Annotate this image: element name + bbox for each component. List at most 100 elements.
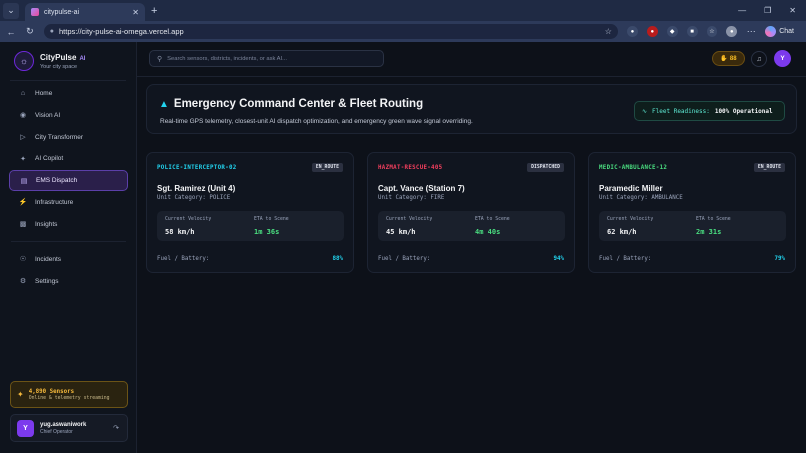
fuel-label: Fuel / Battery: — [378, 256, 431, 262]
eta-value: 1m 36s — [254, 228, 280, 236]
eta-value: 4m 40s — [475, 228, 501, 236]
bookmark-star-icon[interactable]: ☆ — [605, 27, 612, 36]
unit-name: Sgt. Ramirez (Unit 4) — [157, 184, 236, 193]
extension-icon[interactable]: ● — [626, 26, 638, 37]
window-close-icon[interactable]: ✕ — [789, 6, 796, 15]
sensors-subtitle: Online & telemetry streaming — [28, 395, 110, 401]
play-icon: ▷ — [20, 134, 26, 142]
minimize-icon[interactable]: — — [738, 6, 746, 15]
sidebar-item-settings[interactable]: ⚙ Settings — [9, 271, 128, 292]
velocity-label: Current Velocity — [165, 217, 212, 222]
sidebar-item-infrastructure[interactable]: ⚡ Infrastructure — [9, 192, 128, 213]
tab-close-icon[interactable]: ✕ — [132, 8, 139, 17]
velocity-value: 62 km/h — [607, 228, 637, 236]
address-bar-row: ← ↻ ● https://city-pulse-ai-omega.vercel… — [0, 21, 806, 42]
fuel-label: Fuel / Battery: — [157, 256, 210, 262]
sidebar-item-city-transformer[interactable]: ▷ City Transformer — [9, 127, 128, 148]
new-tab-icon[interactable]: + — [151, 5, 157, 17]
sidebar-item-ems-dispatch[interactable]: ▤ EMS Dispatch — [9, 170, 128, 192]
copilot-chat-button[interactable]: Chat — [765, 26, 800, 37]
puzzle-extensions-icon[interactable]: ■ — [686, 26, 698, 37]
eta-label: ETA to Scene — [696, 217, 731, 222]
brand-subtitle: Your city space — [40, 63, 78, 70]
more-menu-icon[interactable]: ⋯ — [746, 26, 756, 37]
coins-badge[interactable]: ✋ 88 — [712, 51, 745, 66]
shield-extension-icon[interactable]: ◆ — [666, 26, 678, 37]
unit-id: POLICE-INTERCEPTOR-02 — [157, 165, 237, 171]
readiness-value: 100% Operational — [714, 107, 773, 115]
logout-icon[interactable]: ↷ — [113, 424, 119, 432]
unit-stats-panel: Current Velocity 58 km/h ETA to Scene 1m… — [157, 211, 344, 241]
sidebar-item-label: Vision AI — [35, 111, 61, 119]
adblock-extension-icon[interactable]: ● — [646, 26, 658, 37]
readiness-label: Fleet Readiness: — [652, 107, 710, 115]
citypulse-logo-icon: ☼ — [14, 51, 34, 71]
tab-favicon-icon — [31, 8, 39, 16]
brand[interactable]: ☼ CityPulse AI Your city space — [0, 42, 136, 71]
hand-icon: ✋ — [720, 56, 728, 62]
unit-card-police[interactable]: POLICE-INTERCEPTOR-02 EN_ROUTE Sgt. Rami… — [146, 152, 354, 273]
unit-name: Paramedic Miller — [599, 184, 663, 193]
site-info-icon[interactable]: ● — [50, 28, 54, 35]
chart-icon: ▩ — [19, 221, 27, 229]
unit-id: MEDIC-AMBULANCE-12 — [599, 165, 668, 171]
page-title-text: Emergency Command Center & Fleet Routing — [173, 98, 424, 110]
notifications-bell-icon[interactable]: ♫ — [751, 51, 767, 67]
unit-card-ambulance[interactable]: MEDIC-AMBULANCE-12 EN_ROUTE Paramedic Mi… — [588, 152, 796, 273]
velocity-label: Current Velocity — [607, 217, 654, 222]
sidebar-divider — [11, 240, 126, 242]
velocity-value: 58 km/h — [165, 228, 195, 236]
unit-category: Unit Category: POLICE — [157, 195, 231, 201]
avatar: Y — [17, 419, 34, 437]
sidebar-item-home[interactable]: ⌂ Home — [9, 83, 128, 104]
ems-icon: ▤ — [20, 177, 28, 185]
sidebar-item-label: EMS Dispatch — [36, 177, 78, 185]
fuel-value: 88% — [332, 256, 343, 262]
favorites-icon[interactable]: ☆ — [706, 26, 718, 37]
siren-icon: ▲ — [159, 98, 169, 110]
url-text[interactable]: https://city-pulse-ai-omega.vercel.app — [59, 27, 600, 36]
sensors-status-card: ✦ 4,890 Sensors Online & telemetry strea… — [10, 381, 128, 408]
back-icon[interactable]: ← — [6, 27, 16, 37]
sidebar-nav: ⌂ Home ◉ Vision AI ▷ City Transformer ✦ … — [9, 83, 128, 292]
sidebar-item-label: Settings — [35, 277, 59, 285]
app-root: ☼ CityPulse AI Your city space ⌂ Home ◉ V… — [0, 42, 806, 453]
top-bar: ⚲ ✋ 88 ♫ Y — [137, 42, 806, 77]
user-role: Chief Operator — [40, 428, 73, 435]
sidebar-item-ai-copilot[interactable]: ✦ AI Copilot — [9, 148, 128, 169]
sidebar-item-vision-ai[interactable]: ◉ Vision AI — [9, 105, 128, 126]
sensor-signal-icon: ✦ — [17, 390, 24, 399]
profile-avatar-icon[interactable]: ● — [726, 26, 738, 37]
sidebar-item-incidents[interactable]: ☉ Incidents — [9, 249, 128, 270]
sidebar-item-insights[interactable]: ▩ Insights — [9, 214, 128, 235]
browser-tab[interactable]: citypulse-ai ✕ — [25, 3, 145, 21]
status-badge: DISPATCHED — [527, 163, 564, 172]
fleet-unit-cards: POLICE-INTERCEPTOR-02 EN_ROUTE Sgt. Rami… — [146, 152, 796, 273]
unit-category: Unit Category: FIRE — [378, 195, 445, 201]
unit-stats-panel: Current Velocity 45 km/h ETA to Scene 4m… — [378, 211, 565, 241]
activity-pulse-icon: ∿ — [642, 107, 648, 115]
command-center-header: ▲ Emergency Command Center & Fleet Routi… — [146, 84, 797, 134]
eta-label: ETA to Scene — [475, 217, 510, 222]
reload-icon[interactable]: ↻ — [25, 26, 35, 37]
unit-category: Unit Category: AMBULANCE — [599, 195, 683, 201]
unit-card-hazmat[interactable]: HAZMAT-RESCUE-405 DISPATCHED Capt. Vance… — [367, 152, 575, 273]
velocity-value: 45 km/h — [386, 228, 416, 236]
sidebar-item-label: Home — [35, 90, 53, 97]
search-bar[interactable]: ⚲ — [149, 50, 384, 67]
main-content: ⚲ ✋ 88 ♫ Y ▲ Emergency Command Center & … — [137, 42, 806, 453]
eta-label: ETA to Scene — [254, 217, 289, 222]
restore-icon[interactable]: ❐ — [764, 6, 771, 15]
sidebar-item-label: City Transformer — [35, 133, 84, 141]
bolt-icon: ⚡ — [18, 199, 28, 207]
search-input[interactable] — [167, 55, 368, 62]
tab-search-chevron-icon[interactable]: ⌄ — [3, 2, 19, 19]
brand-ai-tag: AI — [79, 55, 86, 62]
browser-tab-bar: ⌄ citypulse-ai ✕ + — ❐ ✕ — [0, 0, 806, 21]
avatar[interactable]: Y — [774, 50, 791, 67]
sidebar-item-label: Incidents — [35, 255, 62, 263]
address-bar[interactable]: ● https://city-pulse-ai-omega.vercel.app… — [43, 24, 618, 39]
status-badge: EN_ROUTE — [753, 163, 785, 172]
fuel-value: 94% — [553, 256, 564, 262]
user-card[interactable]: Y yug.aswaniwork Chief Operator ↷ — [10, 414, 128, 442]
